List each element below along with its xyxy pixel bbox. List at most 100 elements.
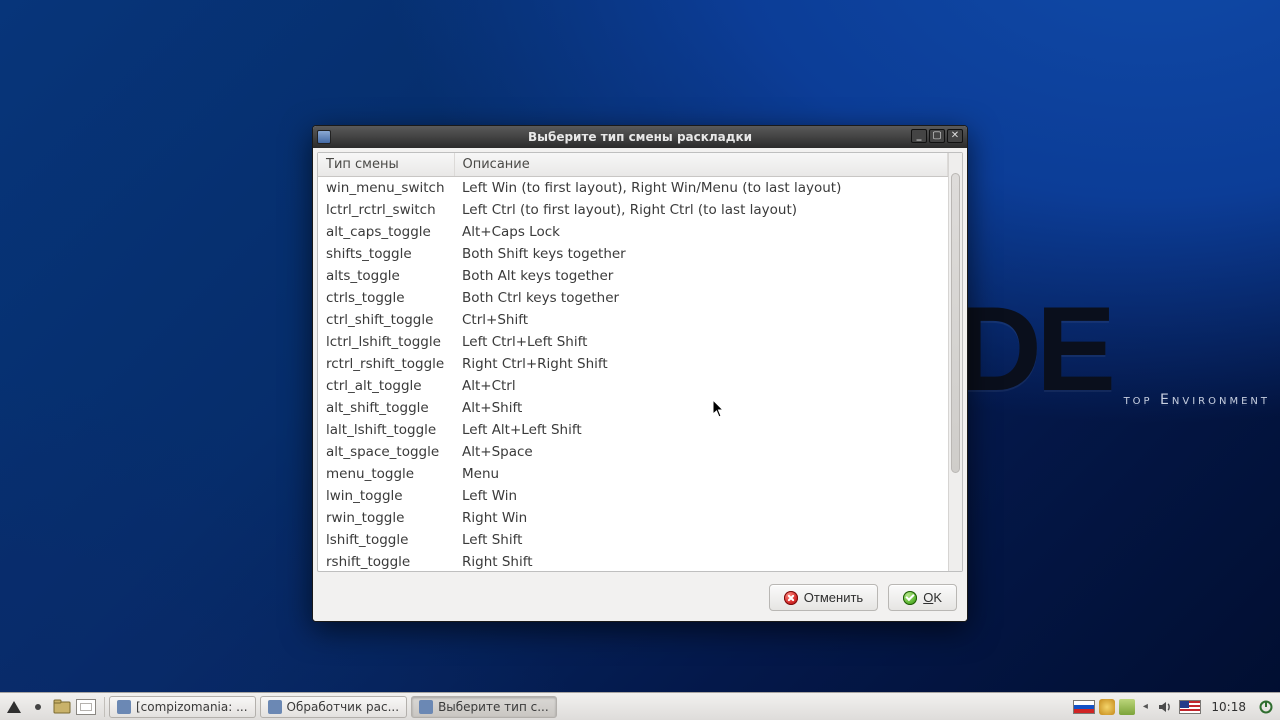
- cell-type: rwin_toggle: [318, 507, 454, 529]
- taskbar-button[interactable]: Выберите тип с...: [411, 696, 557, 718]
- app-icon: [117, 700, 131, 714]
- taskbar-button[interactable]: Обработчик рас...: [260, 696, 408, 718]
- table-row[interactable]: alt_space_toggleAlt+Space: [318, 441, 948, 463]
- cell-type: shifts_toggle: [318, 243, 454, 265]
- cell-desc: Right Ctrl+Right Shift: [454, 353, 948, 375]
- taskbar-button-label: [compizomania: ...: [136, 700, 248, 714]
- table-row[interactable]: alt_caps_toggleAlt+Caps Lock: [318, 221, 948, 243]
- ok-button-label: OK: [923, 590, 942, 605]
- window-switcher-button[interactable]: [76, 697, 96, 717]
- cell-type: alt_space_toggle: [318, 441, 454, 463]
- scrollbar-thumb[interactable]: [951, 173, 960, 473]
- cell-desc: Alt+Space: [454, 441, 948, 463]
- cell-desc: Both Alt keys together: [454, 265, 948, 287]
- app-icon: [419, 700, 433, 714]
- table-row[interactable]: alts_toggleBoth Alt keys together: [318, 265, 948, 287]
- volume-tray-icon[interactable]: [1155, 697, 1175, 717]
- cell-desc: Menu: [454, 463, 948, 485]
- cell-type: rctrl_rshift_toggle: [318, 353, 454, 375]
- show-desktop-button[interactable]: [28, 697, 48, 717]
- table-row[interactable]: lalt_lshift_toggleLeft Alt+Left Shift: [318, 419, 948, 441]
- keyboard-layout-ru-icon[interactable]: [1073, 700, 1095, 714]
- table-row[interactable]: lctrl_lshift_toggleLeft Ctrl+Left Shift: [318, 331, 948, 353]
- maximize-button[interactable]: ▢: [929, 129, 945, 143]
- app-icon: [268, 700, 282, 714]
- cell-type: alts_toggle: [318, 265, 454, 287]
- cell-type: lctrl_lshift_toggle: [318, 331, 454, 353]
- table-row[interactable]: ctrl_shift_toggleCtrl+Shift: [318, 309, 948, 331]
- logout-button[interactable]: [1256, 697, 1276, 717]
- brand-tagline: top Environment: [1124, 392, 1270, 408]
- cell-type: menu_toggle: [318, 463, 454, 485]
- table-row[interactable]: win_menu_switchLeft Win (to first layout…: [318, 177, 948, 200]
- tray-expand-button[interactable]: [1139, 699, 1151, 715]
- cancel-button[interactable]: Отменить: [769, 584, 878, 611]
- cell-desc: Right Shift: [454, 551, 948, 571]
- cell-desc: Both Shift keys together: [454, 243, 948, 265]
- table-row[interactable]: ctrls_toggleBoth Ctrl keys together: [318, 287, 948, 309]
- table-row[interactable]: lwin_toggleLeft Win: [318, 485, 948, 507]
- cell-type: lctrl_rctrl_switch: [318, 199, 454, 221]
- window-title: Выберите тип смены раскладки: [313, 130, 967, 144]
- table-row[interactable]: shifts_toggleBoth Shift keys together: [318, 243, 948, 265]
- cell-desc: Alt+Ctrl: [454, 375, 948, 397]
- table-row[interactable]: lctrl_rctrl_switchLeft Ctrl (to first la…: [318, 199, 948, 221]
- keyboard-layout-us-icon[interactable]: [1179, 700, 1201, 714]
- cell-desc: Left Ctrl (to first layout), Right Ctrl …: [454, 199, 948, 221]
- cell-desc: Left Shift: [454, 529, 948, 551]
- table-row[interactable]: lshift_toggleLeft Shift: [318, 529, 948, 551]
- cell-desc: Right Win: [454, 507, 948, 529]
- clock[interactable]: 10:18: [1205, 700, 1252, 714]
- battery-tray-icon[interactable]: [1119, 699, 1135, 715]
- brand-letters: DE: [955, 280, 1110, 418]
- taskbar: [compizomania: ... Обработчик рас... Выбер…: [109, 696, 557, 718]
- cell-type: ctrl_shift_toggle: [318, 309, 454, 331]
- cancel-button-label: Отменить: [804, 590, 863, 605]
- options-list: Тип смены Описание win_menu_switchLeft W…: [317, 152, 963, 572]
- cell-type: alt_caps_toggle: [318, 221, 454, 243]
- taskbar-button-label: Выберите тип с...: [438, 700, 549, 714]
- cell-type: alt_shift_toggle: [318, 397, 454, 419]
- minimize-button[interactable]: _: [911, 129, 927, 143]
- start-menu-button[interactable]: [4, 697, 24, 717]
- table-row[interactable]: rwin_toggleRight Win: [318, 507, 948, 529]
- cell-type: lwin_toggle: [318, 485, 454, 507]
- cell-desc: Left Win (to first layout), Right Win/Me…: [454, 177, 948, 200]
- ok-icon: [903, 591, 917, 605]
- vertical-scrollbar[interactable]: [948, 153, 962, 571]
- cancel-icon: [784, 591, 798, 605]
- taskbar-button-label: Обработчик рас...: [287, 700, 400, 714]
- table-row[interactable]: ctrl_alt_toggleAlt+Ctrl: [318, 375, 948, 397]
- cell-desc: Left Win: [454, 485, 948, 507]
- table-row[interactable]: rctrl_rshift_toggleRight Ctrl+Right Shif…: [318, 353, 948, 375]
- bottom-panel: [compizomania: ... Обработчик рас... Выбер…: [0, 692, 1280, 720]
- cell-type: lalt_lshift_toggle: [318, 419, 454, 441]
- table-row[interactable]: menu_toggleMenu: [318, 463, 948, 485]
- column-header-type[interactable]: Тип смены: [318, 153, 454, 177]
- close-button[interactable]: ✕: [947, 129, 963, 143]
- cell-type: lshift_toggle: [318, 529, 454, 551]
- cell-desc: Alt+Caps Lock: [454, 221, 948, 243]
- cell-desc: Alt+Shift: [454, 397, 948, 419]
- file-manager-launcher[interactable]: [52, 697, 72, 717]
- cell-type: win_menu_switch: [318, 177, 454, 200]
- desktop-brand: DE top Environment: [955, 280, 1110, 418]
- panel-divider: [104, 697, 105, 717]
- cell-desc: Left Alt+Left Shift: [454, 419, 948, 441]
- cell-desc: Ctrl+Shift: [454, 309, 948, 331]
- cell-type: ctrls_toggle: [318, 287, 454, 309]
- titlebar[interactable]: Выберите тип смены раскладки _ ▢ ✕: [313, 126, 967, 148]
- cell-desc: Left Ctrl+Left Shift: [454, 331, 948, 353]
- column-header-desc[interactable]: Описание: [454, 153, 948, 177]
- layout-switch-dialog: Выберите тип смены раскладки _ ▢ ✕ Тип с…: [312, 125, 968, 622]
- compiz-tray-icon[interactable]: [1099, 699, 1115, 715]
- table-row[interactable]: alt_shift_toggleAlt+Shift: [318, 397, 948, 419]
- cell-desc: Both Ctrl keys together: [454, 287, 948, 309]
- table-row[interactable]: rshift_toggleRight Shift: [318, 551, 948, 571]
- taskbar-button[interactable]: [compizomania: ...: [109, 696, 256, 718]
- cell-type: rshift_toggle: [318, 551, 454, 571]
- ok-button[interactable]: OK: [888, 584, 957, 611]
- cell-type: ctrl_alt_toggle: [318, 375, 454, 397]
- desktop-background: DE top Environment Выберите тип смены ра…: [0, 0, 1280, 720]
- dialog-button-bar: Отменить OK: [313, 576, 967, 621]
